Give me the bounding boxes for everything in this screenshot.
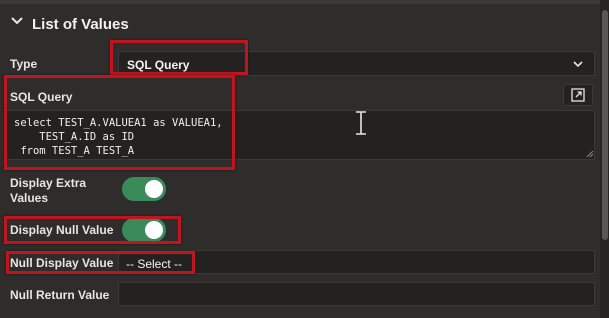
expand-code-editor-button[interactable]: [563, 84, 593, 106]
display-null-value-label: Display Null Value: [10, 223, 114, 237]
resize-grip-icon[interactable]: [586, 150, 594, 158]
display-extra-values-toggle[interactable]: [122, 177, 166, 201]
sql-query-label: SQL Query: [10, 90, 73, 104]
toggle-knob: [145, 180, 163, 198]
display-null-value-toggle[interactable]: [122, 218, 166, 242]
sql-query-code: select TEST_A.VALUEA1 as VALUEA1, TEST_A…: [14, 117, 223, 157]
type-select-value: SQL Query: [127, 58, 190, 72]
type-label: Type: [10, 57, 38, 71]
null-display-value-label: Null Display Value: [10, 256, 114, 270]
text-cursor-icon: [356, 111, 366, 135]
null-return-value-input[interactable]: [118, 282, 595, 306]
null-display-value-text: -- Select --: [126, 257, 183, 271]
expand-icon: [571, 88, 585, 102]
null-display-value-input[interactable]: [118, 250, 595, 274]
section-header-list-of-values[interactable]: List of Values: [0, 4, 600, 44]
display-extra-values-label-line2: Values: [10, 191, 49, 205]
type-select[interactable]: SQL Query: [118, 51, 595, 76]
section-title: List of Values: [32, 16, 129, 33]
chevron-down-icon: [573, 61, 583, 68]
null-return-value-label: Null Return Value: [10, 288, 110, 302]
toggle-knob: [145, 221, 163, 239]
scrollbar-thumb[interactable]: [602, 10, 608, 240]
chevron-down-icon: [11, 17, 23, 25]
display-extra-values-label-line1: Display Extra: [10, 176, 87, 190]
scrollbar[interactable]: [600, 0, 609, 318]
